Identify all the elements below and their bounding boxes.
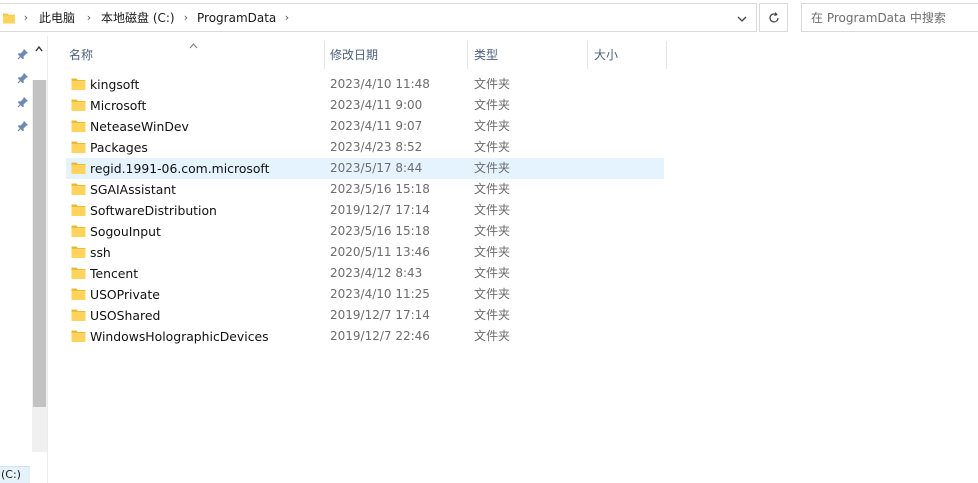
folder-icon [71, 98, 86, 112]
column-header-name[interactable]: 名称 [69, 45, 93, 67]
pin-icon[interactable] [17, 48, 29, 60]
file-type: 文件夹 [474, 266, 511, 280]
column-header-date[interactable]: 修改日期 [330, 45, 378, 67]
file-type: 文件夹 [474, 329, 511, 343]
folder-icon [71, 329, 86, 343]
column-divider[interactable] [587, 41, 588, 69]
file-name: regid.1991-06.com.microsoft [90, 161, 270, 176]
chevron-right-icon[interactable]: › [21, 10, 31, 26]
file-date: 2023/4/10 11:48 [330, 77, 430, 91]
file-row[interactable]: kingsoft 2023/4/10 11:48 文件夹 [66, 74, 664, 95]
file-row[interactable]: SGAIAssistant 2023/5/16 15:18 文件夹 [66, 179, 664, 200]
folder-icon [71, 161, 86, 175]
file-row[interactable]: Tencent 2023/4/12 8:43 文件夹 [66, 263, 664, 284]
file-date: 2019/12/7 22:46 [330, 329, 430, 343]
file-type: 文件夹 [474, 182, 511, 196]
address-bar[interactable]: › 此电脑 › 本地磁盘 (C:) › ProgramData › [0, 3, 757, 32]
folder-icon [71, 245, 86, 259]
file-row[interactable]: SogouInput 2023/5/16 15:18 文件夹 [66, 221, 664, 242]
column-divider[interactable] [467, 41, 468, 69]
file-row[interactable]: ssh 2020/5/11 13:46 文件夹 [66, 242, 664, 263]
file-date: 2023/4/11 9:07 [330, 119, 423, 133]
file-date: 2023/4/11 9:00 [330, 98, 423, 112]
folder-icon [71, 308, 86, 322]
refresh-button[interactable] [759, 3, 788, 32]
folder-icon [71, 119, 86, 133]
pin-icon[interactable] [17, 72, 29, 84]
file-type: 文件夹 [474, 224, 511, 238]
file-date: 2023/5/16 15:18 [330, 182, 430, 196]
search-placeholder: 在 ProgramData 中搜索 [811, 11, 946, 25]
column-divider[interactable] [324, 41, 325, 69]
scrollbar-thumb[interactable] [33, 80, 46, 407]
file-name: ssh [90, 245, 111, 260]
file-name: USOPrivate [90, 287, 160, 302]
column-header-type[interactable]: 类型 [474, 45, 498, 67]
column-divider[interactable] [666, 41, 667, 69]
breadcrumb-programdata[interactable]: ProgramData [197, 10, 276, 26]
file-date: 2023/4/12 8:43 [330, 266, 423, 280]
folder-icon [71, 224, 86, 238]
file-type: 文件夹 [474, 287, 511, 301]
folder-icon [3, 13, 15, 24]
scroll-up-arrow-icon[interactable] [34, 44, 44, 54]
chevron-right-icon[interactable]: › [84, 10, 94, 26]
sort-ascending-icon [189, 38, 198, 49]
file-row[interactable]: USOPrivate 2023/4/10 11:25 文件夹 [66, 284, 664, 305]
file-type: 文件夹 [474, 140, 511, 154]
file-date: 2023/4/10 11:25 [330, 287, 430, 301]
file-row[interactable]: Microsoft 2023/4/11 9:00 文件夹 [66, 95, 664, 116]
file-date: 2020/5/11 13:46 [330, 245, 430, 259]
file-name: SGAIAssistant [90, 182, 177, 197]
folder-icon [71, 77, 86, 91]
file-name: Tencent [90, 266, 139, 281]
file-date: 2023/5/17 8:44 [330, 161, 423, 175]
file-name: Packages [90, 140, 148, 155]
breadcrumb-this-pc[interactable]: 此电脑 [39, 10, 75, 26]
file-name: SoftwareDistribution [90, 203, 217, 218]
file-type: 文件夹 [474, 308, 511, 322]
file-row[interactable]: Packages 2023/4/23 8:52 文件夹 [66, 137, 664, 158]
file-row[interactable]: WindowsHolographicDevices 2019/12/7 22:46… [66, 326, 664, 347]
address-toolbar: › 此电脑 › 本地磁盘 (C:) › ProgramData › 在 Prog… [0, 0, 978, 36]
nav-item-local-disk[interactable]: (C:) [0, 466, 30, 483]
file-date: 2019/12/7 17:14 [330, 203, 430, 217]
file-row[interactable]: SoftwareDistribution 2019/12/7 17:14 文件夹 [66, 200, 664, 221]
file-row[interactable]: USOShared 2019/12/7 17:14 文件夹 [66, 305, 664, 326]
file-date: 2019/12/7 17:14 [330, 308, 430, 322]
search-input[interactable]: 在 ProgramData 中搜索 [801, 3, 978, 32]
breadcrumb-local-disk[interactable]: 本地磁盘 (C:) [101, 10, 175, 26]
chevron-right-icon[interactable]: › [181, 10, 191, 26]
pin-icon[interactable] [17, 96, 29, 108]
navigation-pane: (C:) [0, 36, 48, 483]
chevron-down-icon[interactable] [735, 12, 749, 26]
file-type: 文件夹 [474, 77, 511, 91]
file-name: kingsoft [90, 77, 140, 92]
folder-icon [71, 287, 86, 301]
file-type: 文件夹 [474, 98, 511, 112]
file-name: WindowsHolographicDevices [90, 329, 269, 344]
folder-icon [71, 182, 86, 196]
pin-icon[interactable] [17, 120, 29, 132]
folder-icon [71, 266, 86, 280]
file-name: USOShared [90, 308, 161, 323]
folder-icon [71, 203, 86, 217]
file-row[interactable]: NeteaseWinDev 2023/4/11 9:07 文件夹 [66, 116, 664, 137]
file-name: NeteaseWinDev [90, 119, 189, 134]
column-header-size[interactable]: 大小 [594, 45, 618, 67]
file-date: 2023/4/23 8:52 [330, 140, 423, 154]
chevron-right-icon[interactable]: › [282, 10, 292, 26]
file-type: 文件夹 [474, 245, 511, 259]
file-type: 文件夹 [474, 119, 511, 133]
file-list: kingsoft 2023/4/10 11:48 文件夹 Microsoft 2023/… [66, 74, 664, 347]
file-date: 2023/5/16 15:18 [330, 224, 430, 238]
file-name: Microsoft [90, 98, 147, 113]
file-type: 文件夹 [474, 161, 511, 175]
refresh-icon [769, 12, 779, 23]
folder-icon [71, 140, 86, 154]
file-row[interactable]: regid.1991-06.com.microsoft 2023/5/17 8:4… [66, 158, 664, 179]
file-type: 文件夹 [474, 203, 511, 217]
file-name: SogouInput [90, 224, 161, 239]
